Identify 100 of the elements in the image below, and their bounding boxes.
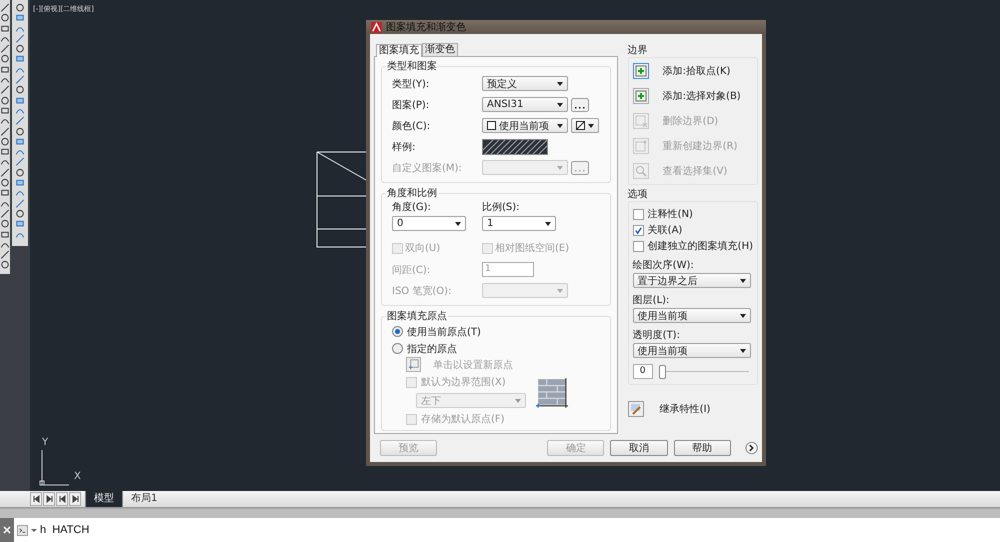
scale-dropdown[interactable]: 1 bbox=[482, 216, 556, 231]
tab[interactable]: 渐变色 bbox=[422, 43, 458, 56]
dropdown[interactable]: 预定义 bbox=[482, 76, 568, 91]
line-tool-icon[interactable] bbox=[0, 250, 10, 260]
no-color-icon bbox=[576, 121, 585, 130]
field-label: 图层(L): bbox=[632, 294, 670, 307]
field-label: 颜色(C): bbox=[392, 120, 432, 132]
line-tool-icon[interactable] bbox=[0, 3, 10, 12]
section-title: 选项 bbox=[628, 188, 649, 201]
caret-icon bbox=[557, 124, 563, 128]
radio-button[interactable] bbox=[392, 343, 403, 354]
color-dropdown[interactable]: 使用当前项 bbox=[482, 118, 568, 133]
rectangle-tool-icon[interactable] bbox=[0, 64, 10, 74]
checkbox-label: 存储为默认原点(F) bbox=[421, 412, 505, 426]
slider-thumb[interactable] bbox=[658, 365, 666, 379]
layout-tab[interactable]: 布局1 bbox=[122, 491, 166, 507]
dropdown[interactable]: 置于边界之后 bbox=[632, 273, 751, 288]
transparency-field[interactable]: 0 bbox=[632, 364, 653, 379]
circle-tool-icon[interactable] bbox=[14, 3, 26, 12]
field-label: 图案(P): bbox=[392, 98, 430, 112]
expand-icon[interactable] bbox=[744, 441, 758, 455]
field-label: 样例: bbox=[392, 140, 416, 154]
tab[interactable]: 图案填充 bbox=[376, 44, 422, 57]
set-origin-label: 单击以设置新原点 bbox=[433, 358, 513, 372]
boundary-action-label[interactable]: 添加:选择对象(B) bbox=[662, 89, 741, 103]
circle-tool-icon[interactable] bbox=[0, 13, 10, 23]
app-icon bbox=[371, 22, 382, 32]
radio-label: 指定的原点 bbox=[407, 342, 457, 356]
dropdown[interactable]: 使用当前项 bbox=[632, 308, 751, 323]
axis-label: Y bbox=[42, 437, 48, 448]
field-label: 类型(Y): bbox=[392, 78, 430, 90]
checkbox[interactable] bbox=[632, 240, 644, 252]
tab-nav-icon[interactable] bbox=[43, 492, 55, 506]
checkbox-label: 默认为边界范围(X) bbox=[421, 376, 506, 389]
tab-nav-icon[interactable] bbox=[69, 492, 81, 506]
brick-preview-icon bbox=[536, 378, 568, 408]
circle-tool-icon[interactable] bbox=[0, 260, 10, 270]
checkbox-label: 双向(U) bbox=[405, 242, 440, 255]
rectangle-tool-icon[interactable] bbox=[0, 188, 10, 198]
dialog-button[interactable]: 帮助 bbox=[674, 440, 731, 456]
command-line-field[interactable]: h HATCH bbox=[14, 518, 1000, 542]
checkbox-label: 关联(A) bbox=[648, 224, 682, 237]
checkbox[interactable] bbox=[632, 208, 644, 220]
pick-point-icon[interactable] bbox=[632, 63, 649, 79]
tab-nav-icon[interactable] bbox=[30, 492, 42, 506]
caret-icon bbox=[740, 278, 746, 282]
circle-tool-icon[interactable] bbox=[14, 44, 26, 54]
line-tool-icon[interactable] bbox=[0, 44, 10, 54]
dropdown[interactable]: 使用当前项 bbox=[632, 343, 751, 358]
caret-icon bbox=[455, 222, 461, 226]
caret-icon[interactable] bbox=[31, 527, 37, 533]
line-tool-icon[interactable] bbox=[0, 168, 10, 178]
color-swatch-icon bbox=[487, 121, 496, 130]
caret-icon bbox=[557, 102, 563, 106]
hatch-pattern-swatch[interactable] bbox=[482, 138, 548, 154]
caret-icon bbox=[588, 124, 594, 128]
inherit-properties-label[interactable]: 继承特性(I) bbox=[660, 402, 710, 416]
checkbox[interactable] bbox=[632, 224, 644, 236]
select-objects-icon[interactable] bbox=[632, 88, 649, 104]
field-label: 绘图次序(W): bbox=[632, 258, 695, 272]
rectangle-tool-icon[interactable] bbox=[0, 147, 10, 156]
circle-tool-icon[interactable] bbox=[0, 178, 10, 188]
more-options-button[interactable] bbox=[571, 98, 589, 112]
circle-tool-icon[interactable] bbox=[0, 219, 10, 229]
circle-tool-icon[interactable] bbox=[14, 208, 26, 218]
rectangle-tool-icon[interactable] bbox=[0, 106, 10, 116]
close-icon[interactable] bbox=[2, 525, 12, 535]
field-label: 角度(G): bbox=[392, 200, 432, 214]
dropdown[interactable]: ANSI31 bbox=[482, 97, 568, 112]
rectangle-tool-icon[interactable] bbox=[0, 24, 10, 33]
line-tool-icon[interactable] bbox=[0, 208, 10, 218]
background-color-dropdown[interactable] bbox=[571, 118, 599, 133]
checkbox-label: 注释性(N) bbox=[648, 208, 693, 221]
tab-nav-icon[interactable] bbox=[56, 492, 68, 506]
brush-icon[interactable] bbox=[628, 401, 644, 417]
field-label: ISO 笔宽(O): bbox=[392, 284, 452, 298]
circle-tool-icon[interactable] bbox=[14, 126, 26, 136]
checkbox-label: 创建独立的图案填充(H) bbox=[648, 240, 753, 253]
dialog-button[interactable]: 取消 bbox=[610, 440, 668, 456]
line-tool-icon[interactable] bbox=[0, 126, 10, 136]
window-title: 图案填充和渐变色 bbox=[386, 20, 466, 34]
command-prompt-icon bbox=[17, 524, 28, 536]
field-label: 自定义图案(M): bbox=[392, 162, 463, 174]
field-label: 透明度(T): bbox=[632, 328, 681, 342]
angle-dropdown[interactable]: 0 bbox=[392, 216, 466, 231]
layout-tab[interactable]: 模型 bbox=[85, 491, 122, 507]
boundary-action-label[interactable]: 添加:拾取点(K) bbox=[662, 64, 730, 78]
field-label: 间距(C): bbox=[392, 264, 432, 276]
caret-icon bbox=[545, 222, 551, 226]
radio-button[interactable] bbox=[392, 326, 403, 337]
circle-tool-icon[interactable] bbox=[14, 168, 26, 178]
circle-tool-icon[interactable] bbox=[0, 136, 10, 146]
rectangle-tool-icon[interactable] bbox=[0, 230, 10, 239]
circle-tool-icon[interactable] bbox=[0, 96, 10, 105]
caret-icon bbox=[515, 398, 521, 402]
circle-tool-icon[interactable] bbox=[14, 85, 26, 95]
circle-tool-icon[interactable] bbox=[0, 54, 10, 64]
group-title: 类型和图案 bbox=[386, 60, 438, 73]
section-title: 边界 bbox=[628, 44, 649, 57]
line-tool-icon[interactable] bbox=[0, 85, 10, 95]
